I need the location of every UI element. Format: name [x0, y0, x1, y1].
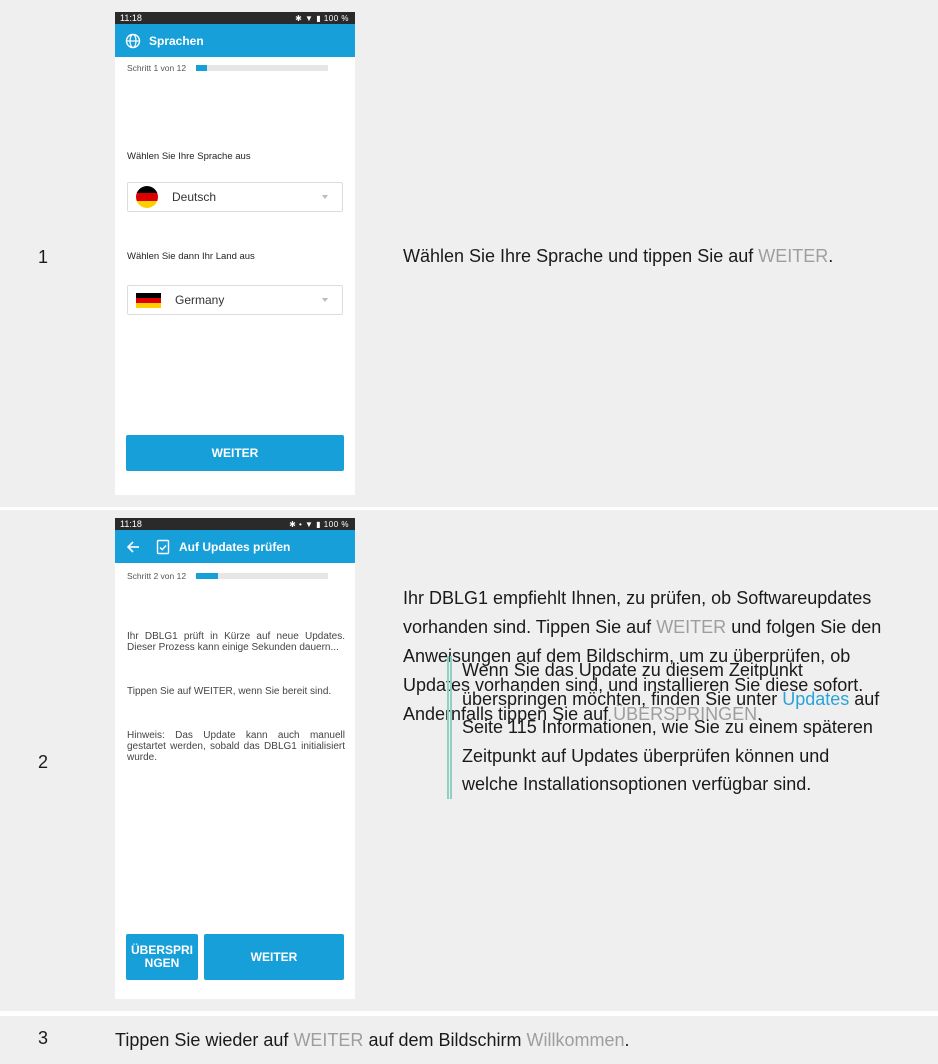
skip-button[interactable]: ÜBERSPRI NGEN	[126, 934, 198, 980]
country-value: Germany	[175, 293, 225, 307]
app-bar: Sprachen	[115, 24, 355, 57]
note-text: Wenn Sie das Update zu diesem Zeitpunkt …	[462, 660, 803, 709]
progress-bar	[196, 573, 329, 579]
progress-fill	[196, 65, 208, 71]
phone-screen-sprachen: 11:18 ✱ ▼ ▮ 100 % Sprachen Schritt 1 von…	[115, 12, 355, 495]
progress-bar	[196, 65, 329, 71]
chevron-down-icon	[322, 195, 328, 199]
step-text: Schritt 1 von 12	[127, 63, 187, 73]
status-bar: 11:18 ✱ ▼ ▮ 100 %	[115, 12, 355, 24]
back-arrow-icon[interactable]	[125, 539, 141, 555]
description-text: .	[828, 246, 834, 266]
step-indicator: Schritt 1 von 12	[115, 57, 355, 79]
updates-link[interactable]: Updates	[782, 689, 849, 709]
weiter-link[interactable]: WEITER	[293, 1030, 363, 1050]
step-description: Tippen Sie wieder auf WEITER auf dem Bil…	[115, 1026, 915, 1055]
instruction-table: 1 11:18 ✱ ▼ ▮ 100 % Sprachen Schritt 1 v…	[0, 0, 938, 1064]
weiter-link[interactable]: WEITER	[758, 246, 828, 266]
info-paragraph: Tippen Sie auf WEITER, wenn Sie bereit s…	[127, 686, 332, 697]
description-text: .	[624, 1030, 630, 1050]
table-row-1: 1 11:18 ✱ ▼ ▮ 100 % Sprachen Schritt 1 v…	[0, 0, 938, 507]
checklist-icon	[155, 539, 171, 555]
next-button[interactable]: WEITER	[126, 435, 344, 471]
note-box: Wenn Sie das Update zu diesem Zeitpunkt …	[447, 656, 887, 799]
app-bar: Auf Updates prüfen	[115, 530, 355, 563]
info-paragraph: Hinweis: Das Update kann auch manuell ge…	[127, 730, 345, 763]
chevron-down-icon	[322, 298, 328, 302]
willkommen-link[interactable]: Willkommen	[527, 1030, 625, 1050]
language-value: Deutsch	[172, 190, 217, 204]
table-row-3: 3 Tippen Sie wieder auf WEITER auf dem B…	[0, 1016, 938, 1064]
step-description: Wählen Sie Ihre Sprache und tippen Sie a…	[403, 242, 923, 271]
weiter-link[interactable]: WEITER	[656, 617, 726, 637]
globe-icon	[125, 33, 141, 49]
status-time: 11:18	[120, 519, 142, 529]
german-flag-icon	[136, 186, 158, 208]
language-label: Wählen Sie Ihre Sprache aus	[127, 151, 251, 162]
language-select[interactable]: Deutsch	[127, 182, 343, 212]
status-icons: ✱ • ▼ ▮ 100 %	[289, 519, 349, 529]
phone-screen-updates: 11:18 ✱ • ▼ ▮ 100 % Auf Updates prüfen S…	[115, 518, 355, 999]
step-number: 3	[38, 1028, 49, 1048]
country-label: Wählen Sie dann Ihr Land aus	[127, 251, 255, 262]
step-number: 2	[38, 752, 49, 772]
description-text: auf dem Bildschirm	[363, 1030, 527, 1050]
step-text: Schritt 2 von 12	[127, 571, 187, 581]
description-text: Wählen Sie Ihre Sprache und tippen Sie a…	[403, 246, 759, 266]
page-title: Sprachen	[149, 33, 204, 48]
progress-fill	[196, 573, 219, 579]
status-time: 11:18	[120, 13, 142, 23]
skip-button-label: NGEN	[144, 956, 180, 970]
country-select[interactable]: Germany	[127, 285, 343, 315]
description-text: Tippen Sie wieder auf	[115, 1030, 294, 1050]
status-icons: ✱ ▼ ▮ 100 %	[295, 13, 349, 23]
info-paragraph: Ihr DBLG1 prüft in Kürze auf neue Update…	[127, 631, 345, 653]
step-number: 1	[38, 247, 49, 267]
german-flag-icon	[136, 292, 161, 308]
status-bar: 11:18 ✱ • ▼ ▮ 100 %	[115, 518, 355, 530]
step-indicator: Schritt 2 von 12	[115, 565, 355, 587]
next-button[interactable]: WEITER	[204, 934, 344, 980]
page-title: Auf Updates prüfen	[179, 539, 291, 554]
